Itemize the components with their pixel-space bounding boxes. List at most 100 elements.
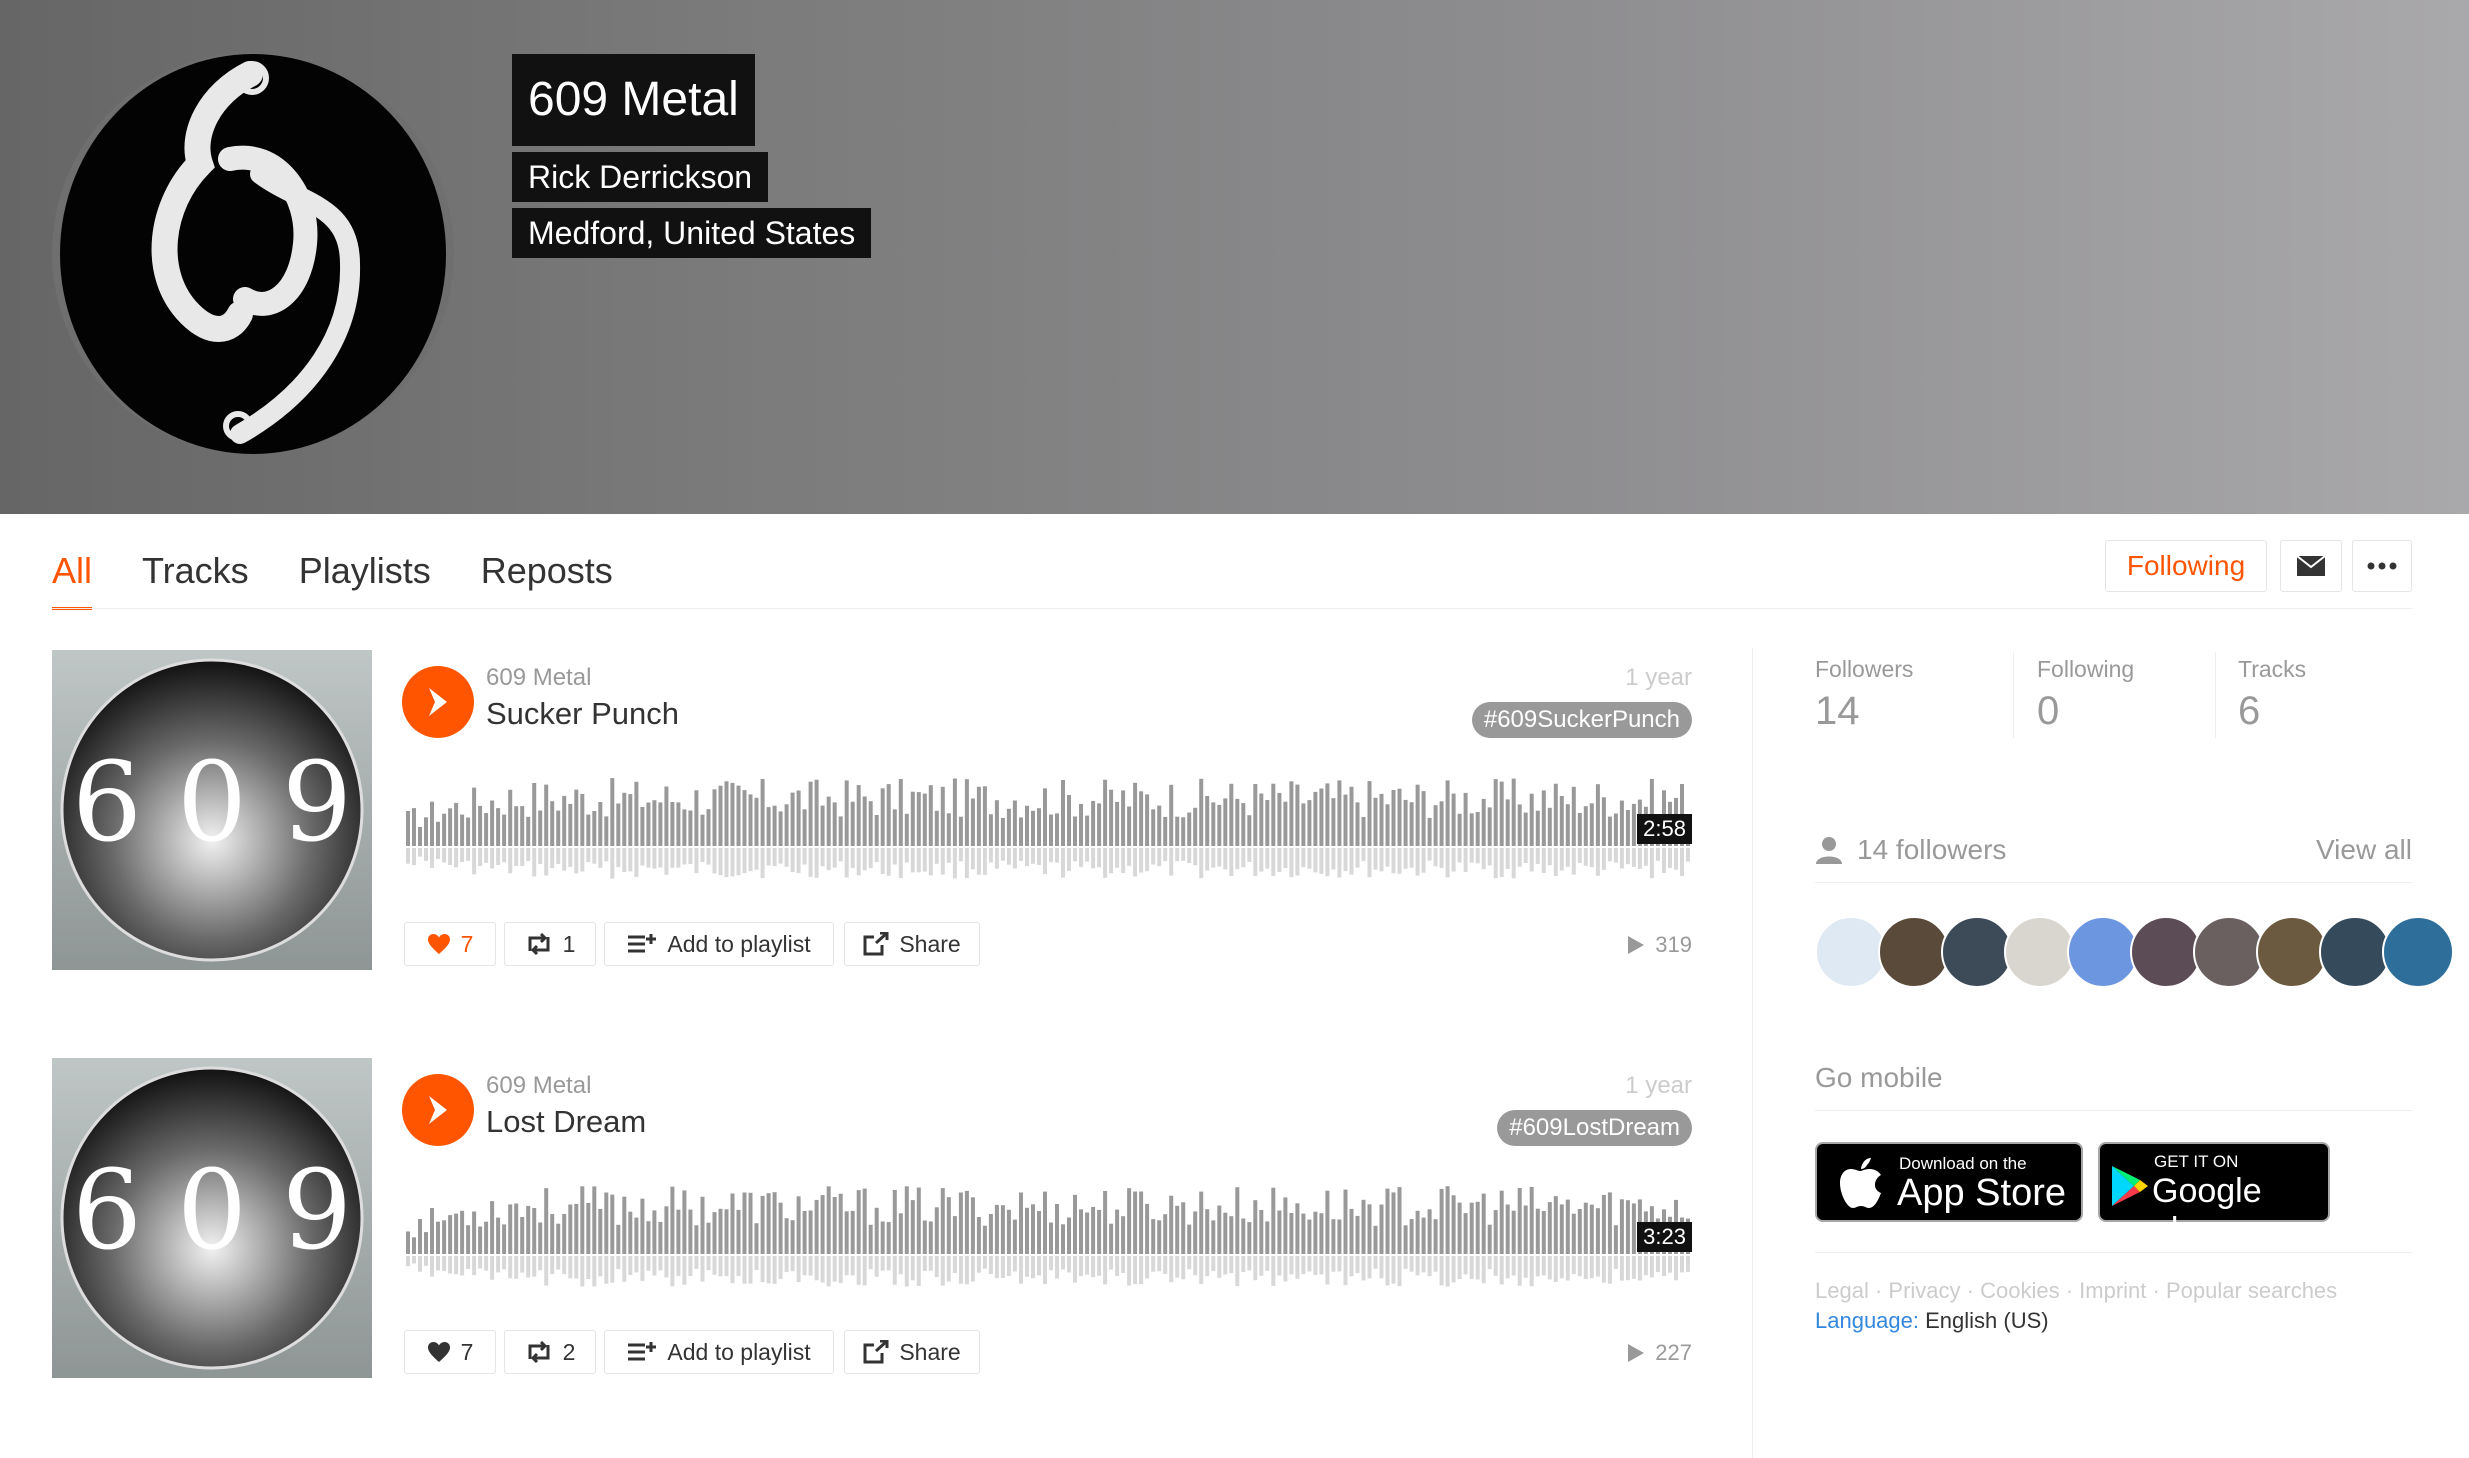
follower-avatar[interactable] <box>2382 916 2454 988</box>
waveform-bar-reflection <box>1000 1256 1005 1278</box>
waveform-bar <box>1019 817 1023 846</box>
track-title[interactable]: Lost Dream <box>486 1104 646 1140</box>
repost-button[interactable]: 1 <box>504 922 596 966</box>
waveform-bar-reflection <box>628 1256 633 1275</box>
waveform-bar <box>442 1220 447 1254</box>
waveform-bar-reflection <box>1469 1256 1474 1280</box>
track-user[interactable]: 609 Metal <box>486 1072 591 1100</box>
tab-all[interactable]: All <box>52 540 93 610</box>
waveform-bar <box>1607 1192 1612 1254</box>
waveform-bar <box>406 811 410 846</box>
waveform-bar <box>1565 804 1570 846</box>
tab-tracks[interactable]: Tracks <box>142 540 249 610</box>
waveform-bar <box>1139 1191 1144 1254</box>
footer-separator: · <box>1868 1278 1889 1303</box>
waveform-bar-reflection <box>1601 848 1606 870</box>
waveform-bar <box>1091 800 1096 846</box>
stat-following[interactable]: Following 0 <box>2037 656 2134 734</box>
waveform-bar-reflection <box>550 1256 555 1274</box>
waveform-bar <box>598 1208 603 1254</box>
play-count: 227 <box>1627 1340 1692 1366</box>
footer-link[interactable]: Privacy <box>1888 1278 1960 1303</box>
waveform-bar-reflection <box>1115 848 1120 868</box>
track-artwork[interactable]: 6 0 9 <box>52 650 372 970</box>
add-to-playlist-button[interactable]: Add to playlist <box>604 922 834 966</box>
waveform-bar <box>670 802 675 846</box>
stat-label: Followers <box>1815 656 1914 682</box>
track-user[interactable]: 609 Metal <box>486 664 591 692</box>
waveform-bar <box>1451 793 1456 846</box>
follower-avatar[interactable] <box>2256 916 2328 988</box>
waveform-bar-reflection <box>472 1256 477 1276</box>
waveform-bar <box>1241 1218 1246 1254</box>
waveform[interactable] <box>406 1170 1692 1300</box>
waveform-bar-reflection <box>700 1256 705 1282</box>
add-to-playlist-button[interactable]: Add to playlist <box>604 1330 834 1374</box>
waveform-bar <box>1421 791 1426 846</box>
footer-link[interactable]: Cookies <box>1980 1278 2059 1303</box>
footer-link[interactable]: Imprint <box>2079 1278 2146 1303</box>
follower-avatar[interactable] <box>2193 916 2265 988</box>
play-button[interactable] <box>402 1074 474 1146</box>
waveform-bar <box>922 793 927 846</box>
follower-avatar[interactable] <box>1878 916 1950 988</box>
stat-followers[interactable]: Followers 14 <box>1815 656 1913 734</box>
waveform-bar <box>646 1221 651 1254</box>
waveform-bar-reflection <box>1067 848 1071 871</box>
waveform-bar-reflection <box>1680 1256 1684 1273</box>
waveform-bar-reflection <box>760 1256 765 1283</box>
waveform-bar <box>874 815 879 846</box>
waveform-bar-reflection <box>1445 1256 1450 1287</box>
track-artwork[interactable]: 6 0 9 <box>52 1058 372 1378</box>
track-tag[interactable]: #609SuckerPunch <box>1471 702 1692 738</box>
share-button[interactable]: Share <box>844 1330 980 1374</box>
waveform[interactable] <box>406 762 1692 892</box>
stat-tracks[interactable]: Tracks 6 <box>2238 656 2306 734</box>
waveform-bar <box>700 814 705 846</box>
waveform-bar <box>904 1186 909 1254</box>
app-store-badge[interactable]: Download on the App Store <box>1815 1142 2083 1222</box>
waveform-bar <box>1493 1210 1498 1254</box>
follower-avatar[interactable] <box>2067 916 2139 988</box>
waveform-bar <box>622 1196 627 1254</box>
language-value[interactable]: English (US) <box>1925 1308 2048 1333</box>
track-tag[interactable]: #609LostDream <box>1497 1110 1692 1146</box>
share-button[interactable]: Share <box>844 922 980 966</box>
waveform-bar <box>634 781 639 846</box>
google-play-badge[interactable]: GET IT ON Google play <box>2098 1142 2330 1249</box>
waveform-bar-reflection <box>1145 848 1150 872</box>
waveform-bar <box>952 1216 957 1254</box>
view-all-link[interactable]: View all <box>2316 834 2412 866</box>
waveform-bar <box>1000 1205 1005 1254</box>
footer-link[interactable]: Popular searches <box>2166 1278 2337 1303</box>
follower-avatar[interactable] <box>1941 916 2013 988</box>
waveform-bar-reflection <box>1427 1256 1432 1277</box>
footer-link[interactable]: Legal <box>1815 1278 1869 1303</box>
waveform-bar-reflection <box>730 1256 735 1284</box>
follower-avatar[interactable] <box>2319 916 2391 988</box>
waveform-bar <box>1631 1203 1636 1254</box>
follower-avatar[interactable] <box>2130 916 2202 988</box>
follower-avatar[interactable] <box>2004 916 2076 988</box>
waveform-bar <box>1061 1224 1065 1254</box>
follower-avatar[interactable] <box>1815 916 1887 988</box>
waveform-bar <box>574 789 579 846</box>
waveform-bar-reflection <box>430 1256 434 1277</box>
waveform-bar <box>1415 784 1420 846</box>
waveform-bar-reflection <box>1613 1256 1618 1269</box>
tab-reposts[interactable]: Reposts <box>481 540 613 610</box>
like-button[interactable]: 7 <box>404 922 496 966</box>
play-button[interactable] <box>402 666 474 738</box>
tab-playlists[interactable]: Playlists <box>299 540 431 610</box>
like-button[interactable]: 7 <box>404 1330 496 1374</box>
more-button[interactable] <box>2352 540 2412 592</box>
waveform-bar <box>1313 791 1318 846</box>
waveform-bar <box>592 811 597 846</box>
message-button[interactable] <box>2280 540 2342 592</box>
track-title[interactable]: Sucker Punch <box>486 696 679 732</box>
following-button[interactable]: Following <box>2105 540 2267 592</box>
waveform-bar <box>568 803 573 846</box>
profile-avatar[interactable] <box>60 54 446 454</box>
waveform-bar-reflection <box>874 1256 879 1277</box>
repost-button[interactable]: 2 <box>504 1330 596 1374</box>
